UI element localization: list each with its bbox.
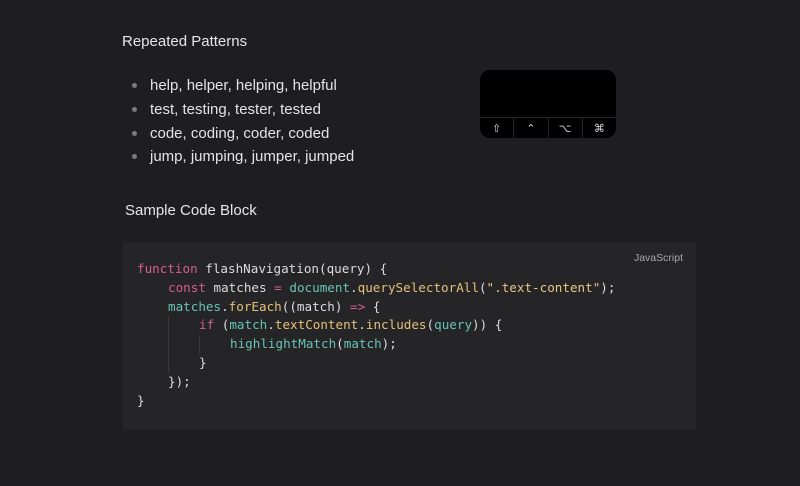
code-token: matches [168,298,222,314]
modifier-key-row: ⇧ ⌃ ⌥ ⌘ [480,117,616,138]
code-language-label: JavaScript [633,252,683,264]
code-lines: function flashNavigation(query) {const m… [137,260,615,410]
code-token: query [434,317,473,333]
list-item-text: jump, jumping, jumper, jumped [150,148,355,166]
section-title-code: Sample Code Block [125,202,257,219]
list-item-text: help, helper, helping, helpful [150,77,337,95]
indent-guide [137,373,168,392]
code-token: function [137,261,198,276]
code-token: forEach [228,298,282,314]
list-item: code, coding, coder, coded [132,121,354,145]
indent-guide [137,298,168,317]
code-line: if (match.textContent.includes(query)) { [137,316,615,336]
indent-guide [168,353,199,373]
code-token: if [199,317,215,333]
indent-guide [137,316,168,335]
code-token: } [137,392,145,408]
code-token: highlightMatch [230,336,337,352]
code-token: const [168,279,206,295]
indent-guide [137,279,168,298]
code-token: )) { [472,317,503,333]
option-icon[interactable]: ⌥ [547,118,582,138]
code-token: = [274,279,282,295]
code-token: ((match) [281,298,350,314]
bullet-icon [132,107,137,113]
modifier-keys-widget: ⇧ ⌃ ⌥ ⌘ [480,70,616,138]
code-token: matches [205,279,275,295]
indent-guide [168,316,199,336]
code-line: matches.forEach((match) => { [137,298,615,317]
code-token: flashNavigation(query) { [197,261,388,276]
code-token: . [221,298,229,314]
code-token: includes [365,317,427,333]
section-title-patterns: Repeated Patterns [122,33,248,50]
code-token: querySelectorAll [357,279,479,295]
list-item: jump, jumping, jumper, jumped [132,145,354,169]
code-token: ".text-content" [486,279,601,295]
code-line: function flashNavigation(query) { [137,260,615,279]
code-token: ( [214,317,230,333]
bullet-icon [132,154,137,160]
code-token: => [350,298,366,314]
code-token: ( [336,336,344,352]
command-icon[interactable]: ⌘ [581,118,616,138]
code-token: document [289,279,351,295]
control-icon[interactable]: ⌃ [513,118,547,138]
bullet-icon [132,83,137,89]
code-token: ( [478,279,487,295]
code-token: match [343,336,382,352]
code-block: JavaScript function flashNavigation(quer… [122,242,696,430]
code-token: match [229,317,268,333]
code-token: } [199,354,207,370]
code-token: ); [381,336,397,352]
list-item-text: code, coding, coder, coded [150,124,330,142]
code-token: { [365,298,381,314]
pattern-list: help, helper, helping, helpful test, test… [132,74,354,169]
code-token: }); [168,373,191,389]
code-token: . [350,279,358,295]
code-token: . [267,317,275,333]
shift-icon[interactable]: ⇧ [480,118,513,138]
indent-guide [168,335,199,354]
indent-guide [137,354,168,373]
code-line: } [137,353,615,373]
code-token: ( [426,317,435,333]
list-item: help, helper, helping, helpful [132,74,354,98]
code-token: textContent [274,317,359,333]
code-line: } [137,392,615,411]
indent-guide [199,335,230,354]
code-line: const matches = document.querySelectorAl… [137,279,615,298]
code-token: ); [600,279,616,295]
code-line: highlightMatch(match); [137,335,615,354]
bullet-icon [132,130,137,136]
list-item-text: test, testing, tester, tested [150,101,321,119]
code-token: . [358,317,366,333]
indent-guide [137,335,168,354]
code-line: }); [137,373,615,392]
list-item: test, testing, tester, tested [132,98,354,122]
